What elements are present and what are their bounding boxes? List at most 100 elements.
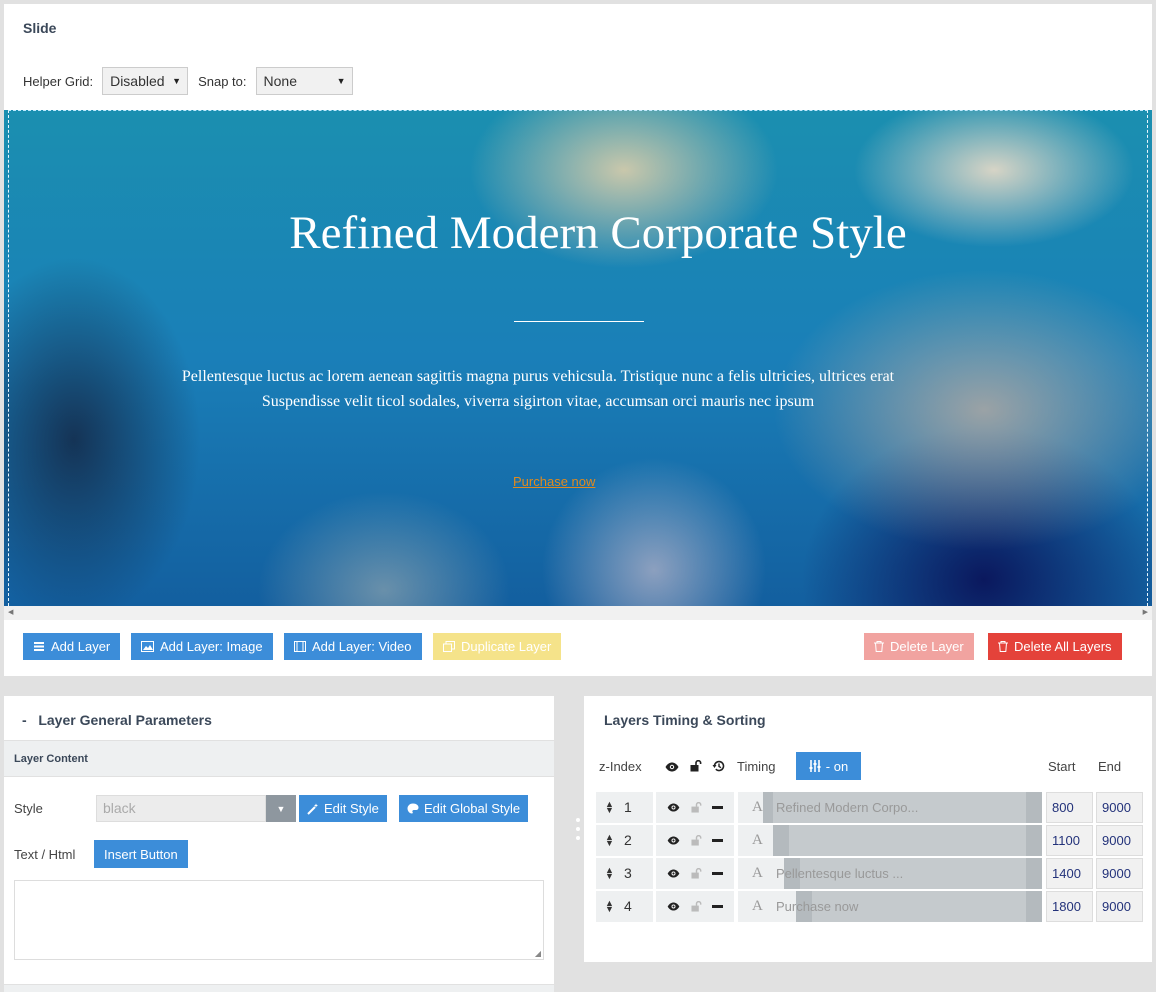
sort-icon[interactable]: ▲ ▼: [605, 800, 614, 815]
add-layer-button[interactable]: Add Layer: [23, 633, 121, 660]
zindex-cell[interactable]: ▲ ▼ 2: [596, 825, 653, 856]
text-layer-icon: A: [752, 898, 763, 914]
insert-button[interactable]: Insert Button: [94, 840, 188, 868]
style-input[interactable]: black: [96, 795, 266, 822]
edit-style-button[interactable]: Edit Style: [299, 795, 387, 822]
add-image-layer-button[interactable]: Add Layer: Image: [131, 633, 273, 660]
panel-drag-handle[interactable]: [576, 818, 580, 845]
bar-end-handle[interactable]: [1026, 891, 1042, 922]
layer-paragraph[interactable]: Pellentesque luctus ac lorem aenean sagi…: [4, 364, 1072, 414]
layer-title[interactable]: Refined Modern Corporate Style: [4, 206, 1152, 260]
zindex-value: 1: [624, 799, 632, 815]
layer-name: Refined Modern Corpo...: [776, 800, 919, 815]
end-input[interactable]: 9000: [1096, 825, 1143, 856]
zindex-cell[interactable]: ▲ ▼ 1: [596, 792, 653, 823]
scroll-left-icon[interactable]: ◀: [8, 608, 13, 616]
unlock-icon[interactable]: [691, 901, 702, 912]
layer-row[interactable]: ▲ ▼ 3 A Pellentesque luctus ... 1400 9000: [596, 858, 1144, 889]
zindex-cell[interactable]: ▲ ▼ 3: [596, 858, 653, 889]
timing-toggle-label: - on: [825, 758, 849, 774]
col-end: End: [1098, 759, 1122, 774]
layer-toggles: [656, 891, 734, 922]
minus-icon[interactable]: [712, 905, 723, 908]
bar-fill[interactable]: [789, 825, 1026, 856]
eye-icon[interactable]: [667, 836, 680, 845]
trash-icon: [874, 641, 884, 652]
edit-global-style-button[interactable]: Edit Global Style: [399, 795, 529, 822]
edit-global-style-label: Edit Global Style: [424, 801, 521, 816]
layer-toggles: [656, 792, 734, 823]
start-value: 1100: [1052, 833, 1080, 848]
sort-icon[interactable]: ▲ ▼: [605, 833, 614, 848]
params-title: - Layer General Parameters: [22, 712, 212, 728]
start-input[interactable]: 1800: [1046, 891, 1093, 922]
scroll-right-icon[interactable]: ▶: [1143, 608, 1148, 616]
chevron-down-icon: ▼: [276, 803, 286, 814]
eye-icon[interactable]: [667, 869, 680, 878]
delete-layer-label: Delete Layer: [890, 639, 964, 654]
unlock-icon[interactable]: [691, 868, 702, 879]
minus-icon[interactable]: [712, 806, 723, 809]
eye-icon[interactable]: [665, 762, 679, 772]
history-icon[interactable]: [712, 760, 725, 772]
zindex-cell[interactable]: ▲ ▼ 4: [596, 891, 653, 922]
bar-end-handle[interactable]: [1026, 825, 1042, 856]
dropdown-arrow-icon: ▼: [172, 76, 182, 86]
delete-all-layers-button[interactable]: Delete All Layers: [988, 633, 1122, 660]
end-input[interactable]: 9000: [1096, 891, 1143, 922]
layer-purchase-link[interactable]: Purchase now: [513, 474, 595, 489]
minus-icon[interactable]: [712, 872, 723, 875]
bar-end-handle[interactable]: [1026, 792, 1042, 823]
sort-icon[interactable]: ▲ ▼: [605, 899, 614, 914]
start-input[interactable]: 1100: [1046, 825, 1093, 856]
add-video-label: Add Layer: Video: [312, 639, 412, 654]
canvas-scrollbar[interactable]: ◀ ▶: [4, 606, 1152, 620]
layer-toggles: [656, 825, 734, 856]
slide-title: Slide: [23, 20, 57, 36]
params-header[interactable]: - Layer General Parameters: [4, 696, 554, 741]
style-dropdown-button[interactable]: ▼: [266, 795, 296, 822]
delete-all-label: Delete All Layers: [1014, 639, 1112, 654]
zindex-value: 3: [624, 865, 632, 881]
helper-grid-value: Disabled: [110, 73, 165, 89]
start-value: 800: [1052, 800, 1074, 815]
unlock-icon[interactable]: [691, 835, 702, 846]
end-input[interactable]: 9000: [1096, 858, 1143, 889]
bar-start-handle[interactable]: [773, 825, 789, 856]
paragraph-line-1: Pellentesque luctus ac lorem aenean sagi…: [181, 368, 895, 385]
col-timing: Timing: [737, 759, 776, 774]
lock-icon[interactable]: [690, 760, 702, 772]
layer-divider[interactable]: [514, 321, 644, 322]
add-video-layer-button[interactable]: Add Layer: Video: [284, 633, 422, 660]
collapse-toggle[interactable]: -: [22, 712, 27, 728]
eye-icon[interactable]: [667, 902, 680, 911]
layer-toggles: [656, 858, 734, 889]
timing-bar[interactable]: A Pellentesque luctus ...: [738, 858, 1042, 889]
bar-end-handle[interactable]: [1026, 858, 1042, 889]
start-input[interactable]: 1400: [1046, 858, 1093, 889]
timing-toggle-button[interactable]: - on: [796, 752, 861, 780]
delete-layer-button[interactable]: Delete Layer: [864, 633, 974, 660]
eye-icon[interactable]: [667, 803, 680, 812]
sort-icon[interactable]: ▲ ▼: [605, 866, 614, 881]
snap-select[interactable]: None ▼: [255, 67, 353, 95]
unlock-icon[interactable]: [691, 802, 702, 813]
helper-grid-select[interactable]: Disabled ▼: [102, 67, 189, 95]
layer-row[interactable]: ▲ ▼ 1 A Refined Modern Corpo... 800 9000: [596, 792, 1144, 823]
minus-icon[interactable]: [712, 839, 723, 842]
layer-row[interactable]: ▲ ▼ 2 A 1100 9000: [596, 825, 1144, 856]
resize-handle-icon[interactable]: ◢: [535, 949, 541, 958]
slide-canvas[interactable]: Refined Modern Corporate Style Pellentes…: [4, 110, 1152, 606]
layer-text-editor[interactable]: ◢: [14, 880, 544, 960]
start-input[interactable]: 800: [1046, 792, 1093, 823]
layer-row[interactable]: ▲ ▼ 4 A Purchase now 1800 9000: [596, 891, 1144, 922]
duplicate-layer-button[interactable]: Duplicate Layer: [433, 633, 562, 660]
bar-start-handle[interactable]: [763, 792, 773, 823]
timing-bar[interactable]: A: [738, 825, 1042, 856]
edit-style-label: Edit Style: [324, 801, 379, 816]
timing-bar[interactable]: A Purchase now: [738, 891, 1042, 922]
end-input[interactable]: 9000: [1096, 792, 1143, 823]
film-icon: [294, 641, 306, 652]
layers-timing-panel: Layers Timing & Sorting z-Index Timing -…: [584, 696, 1152, 962]
timing-bar[interactable]: A Refined Modern Corpo...: [738, 792, 1042, 823]
